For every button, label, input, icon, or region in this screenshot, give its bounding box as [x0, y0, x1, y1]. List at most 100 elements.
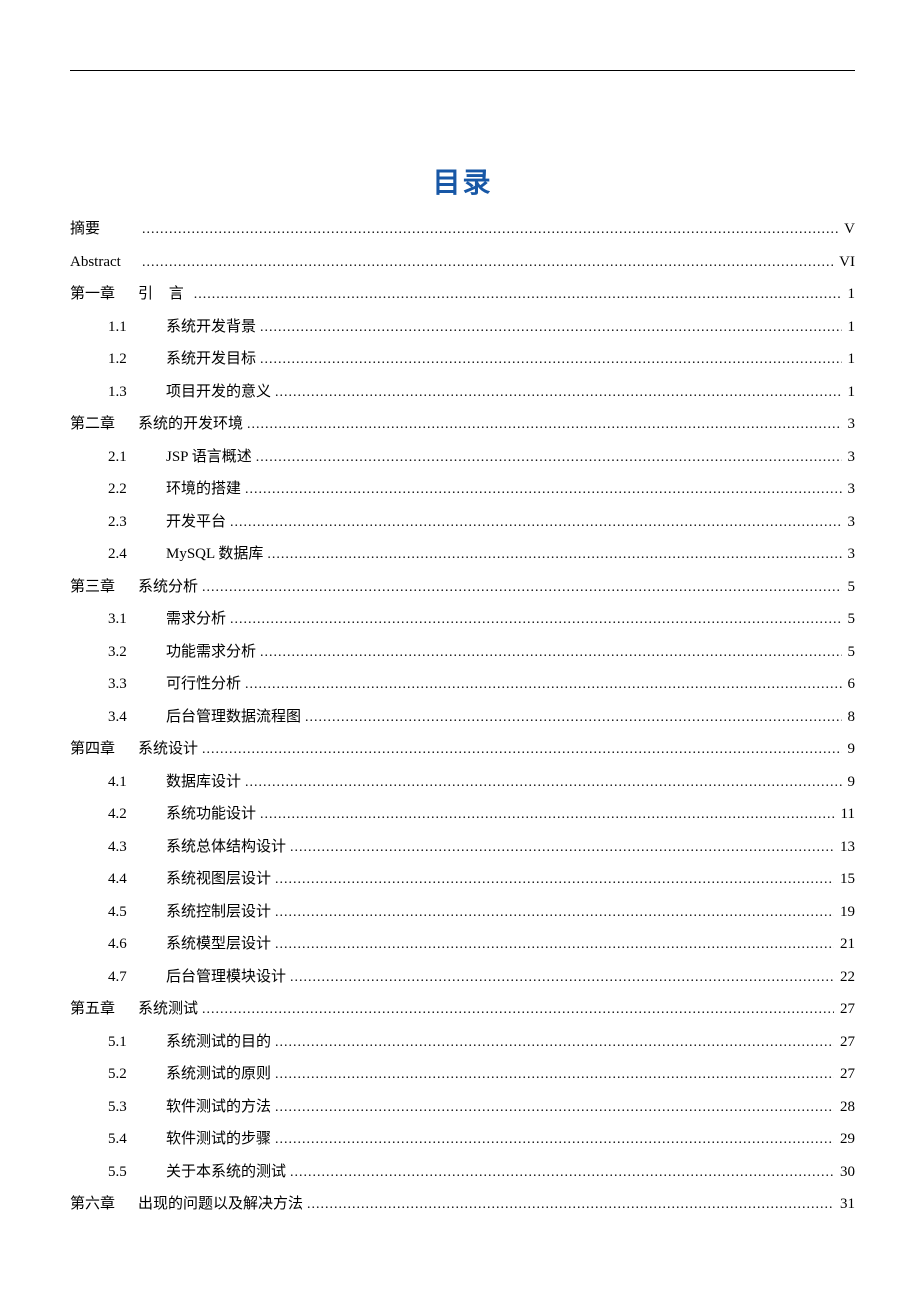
toc-entry-prefix: 2.1	[108, 449, 166, 466]
toc-entry-label-wrap: 5.5关于本系统的测试	[108, 1164, 286, 1181]
toc-entry-page: 1	[848, 351, 856, 368]
toc-entry-prefix: 3.4	[108, 709, 166, 726]
toc-entry: 第三章系统分析5	[70, 579, 855, 596]
toc-entry-label-wrap: 4.3系统总体结构设计	[108, 839, 286, 856]
toc-leader-dots	[305, 710, 841, 725]
toc-entry: 5.5关于本系统的测试30	[70, 1164, 855, 1181]
toc-leader-dots	[202, 742, 841, 757]
toc-entry-page: 31	[840, 1196, 855, 1213]
toc-entry-prefix: 5.3	[108, 1099, 166, 1116]
toc-leader-dots	[275, 937, 834, 952]
toc-entry: 5.2系统测试的原则27	[70, 1066, 855, 1083]
toc-entry-label-wrap: 1.3项目开发的意义	[108, 384, 271, 401]
toc-entry-prefix: 3.2	[108, 644, 166, 661]
toc-entry-label-wrap: 2.1JSP 语言概述	[108, 449, 252, 466]
toc-entry-label: 系统测试	[138, 1001, 198, 1017]
toc-leader-dots	[275, 385, 841, 400]
toc-entry-label: 关于本系统的测试	[166, 1164, 286, 1180]
toc-entry-prefix: 1.2	[108, 351, 166, 368]
toc-entry-page: 5	[848, 579, 856, 596]
toc-entry-label-wrap: 第二章系统的开发环境	[70, 416, 243, 433]
toc-leader-dots	[275, 872, 834, 887]
toc-entry-label-wrap: 摘要	[70, 221, 138, 238]
toc-entry-label: 系统功能设计	[166, 806, 256, 822]
toc-entry: 第四章系统设计9	[70, 741, 855, 758]
toc-entry: 5.1系统测试的目的27	[70, 1034, 855, 1051]
toc-leader-dots	[194, 287, 842, 302]
toc-leader-dots	[275, 1132, 834, 1147]
toc-entry-label: MySQL 数据库	[166, 546, 263, 562]
toc-entry: 4.6系统模型层设计 21	[70, 936, 855, 953]
toc-entry-page: 3	[848, 546, 856, 563]
toc-entry: 3.1需求分析5	[70, 611, 855, 628]
toc-leader-dots	[260, 807, 835, 822]
toc-entry-page: 5	[848, 644, 856, 661]
toc-entry-prefix: 4.5	[108, 904, 166, 921]
toc-entry-label: 可行性分析	[166, 676, 241, 692]
toc-entry: 摘要V	[70, 221, 855, 238]
toc-entry-label-wrap: 第六章出现的问题以及解决方法	[70, 1196, 303, 1213]
toc-entry-page: 9	[848, 774, 856, 791]
toc-entry-prefix: 4.1	[108, 774, 166, 791]
toc-entry-label: 系统分析	[138, 579, 198, 595]
toc-entry: 1.2系统开发目标1	[70, 351, 855, 368]
toc-entry-label-wrap: 1.1系统开发背景	[108, 319, 256, 336]
toc-entry-prefix: 1.1	[108, 319, 166, 336]
toc-entry: 2.1JSP 语言概述3	[70, 449, 855, 466]
toc-entry-page: VI	[839, 254, 855, 271]
toc-entry-label-wrap: 4.4系统视图层设计	[108, 871, 271, 888]
toc-entry-page: 27	[840, 1066, 855, 1083]
toc-leader-dots	[245, 482, 841, 497]
toc-entry-label-wrap: 第一章引 言	[70, 286, 190, 303]
toc-entry: 4.1数据库设计9	[70, 774, 855, 791]
toc-entry-prefix: 第六章	[70, 1196, 138, 1213]
toc-leader-dots	[245, 677, 841, 692]
toc-entry-label-wrap: 5.3软件测试的方法	[108, 1099, 271, 1116]
toc-entry-prefix: 4.4	[108, 871, 166, 888]
toc-entry-prefix: 4.6	[108, 936, 166, 953]
toc-entry-prefix: 4.3	[108, 839, 166, 856]
toc-entry-label-wrap: 4.2系统功能设计	[108, 806, 256, 823]
toc-entry-label-wrap: 3.4后台管理数据流程图	[108, 709, 301, 726]
toc-entry-page: 3	[848, 481, 856, 498]
toc-leader-dots	[256, 450, 842, 465]
toc-entry-label-wrap: 第五章系统测试	[70, 1001, 198, 1018]
toc-entry: 第五章系统测试 27	[70, 1001, 855, 1018]
toc-entry: 2.4MySQL 数据库3	[70, 546, 855, 563]
toc-entry-page: 1	[848, 384, 856, 401]
toc-entry-prefix: 2.2	[108, 481, 166, 498]
toc-entry: 4.5系统控制层设计19	[70, 904, 855, 921]
toc-entry-page: 1	[848, 319, 856, 336]
page-title: 目录	[70, 161, 855, 201]
toc-leader-dots	[290, 970, 834, 985]
page: 目录 摘要VAbstractVI第一章引 言11.1系统开发背景11.2系统开发…	[0, 0, 920, 1302]
toc-entry-label-wrap: 4.5系统控制层设计	[108, 904, 271, 921]
toc-entry-page: 29	[840, 1131, 855, 1148]
toc-entry-label: 系统测试的目的	[166, 1034, 271, 1050]
toc-entry-label-wrap: 4.6系统模型层设计	[108, 936, 271, 953]
toc-entry: 第一章引 言1	[70, 286, 855, 303]
toc-entry-page: 22	[840, 969, 855, 986]
toc-entry-label-wrap: 第四章系统设计	[70, 741, 198, 758]
toc-entry: 2.3开发平台3	[70, 514, 855, 531]
toc-entry-label-wrap: 2.2环境的搭建	[108, 481, 241, 498]
toc-leader-dots	[142, 255, 833, 270]
toc-entry: AbstractVI	[70, 254, 855, 271]
toc-entry-prefix: 3.3	[108, 676, 166, 693]
toc-entry-prefix: 5.4	[108, 1131, 166, 1148]
toc-entry: 4.4系统视图层设计15	[70, 871, 855, 888]
toc-entry-label: 软件测试的步骤	[166, 1131, 271, 1147]
toc-entry-prefix: 5.2	[108, 1066, 166, 1083]
toc-entry-label: 系统开发背景	[166, 319, 256, 335]
header-rule	[70, 70, 855, 71]
toc-entry-page: 27	[840, 1001, 855, 1018]
toc-leader-dots	[267, 547, 841, 562]
toc-entry-label-wrap: 3.1需求分析	[108, 611, 226, 628]
toc-entry-label: 引 言	[138, 286, 190, 302]
toc-entry-page: 21	[840, 936, 855, 953]
toc-leader-dots	[247, 417, 841, 432]
toc-entry: 第二章系统的开发环境3	[70, 416, 855, 433]
toc-entry-label: 系统模型层设计	[166, 936, 271, 952]
toc-leader-dots	[307, 1197, 834, 1212]
toc-leader-dots	[275, 1100, 834, 1115]
